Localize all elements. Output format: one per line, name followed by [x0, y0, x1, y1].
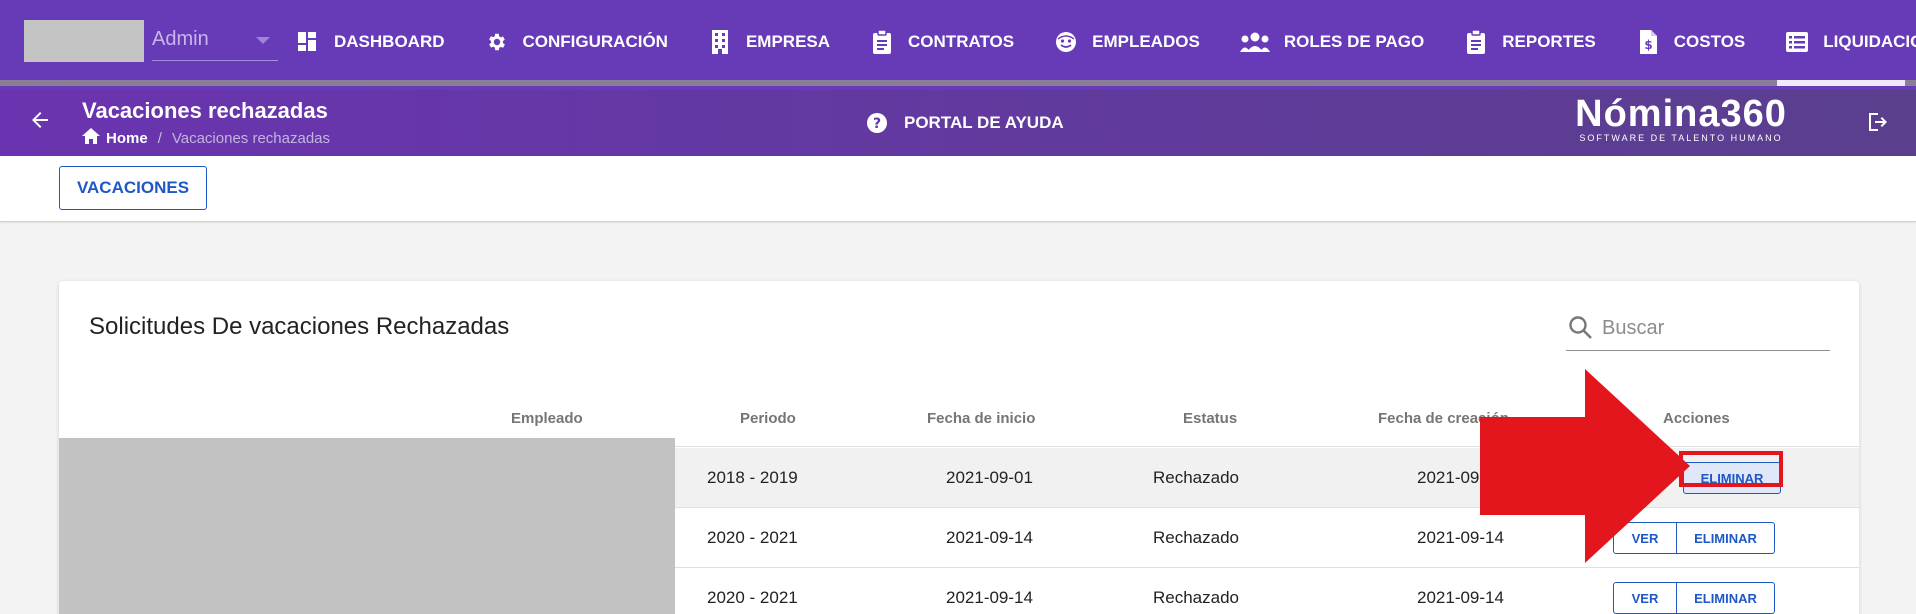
brand-logo: Nómina360 SOFTWARE DE TALENTO HUMANO [1566, 94, 1796, 143]
user-selector-underline [152, 60, 278, 61]
annotation-highlight-box [1679, 451, 1783, 487]
logout-icon[interactable] [1866, 110, 1892, 136]
cell-fecha-inicio: 2021-09-01 [946, 468, 1033, 487]
cell-periodo: 2020 - 2021 [707, 528, 798, 547]
nav-item-label: DASHBOARD [334, 32, 445, 51]
nav-item-reportes[interactable]: REPORTES [1464, 30, 1596, 54]
column-header-fecha-inicio[interactable]: Fecha de inicio [927, 391, 1035, 447]
delete-button[interactable]: ELIMINAR [1677, 522, 1775, 554]
svg-text:$: $ [1644, 38, 1652, 52]
user-selector[interactable]: Admin [24, 20, 278, 62]
nav-item-liquidaciones[interactable]: LIQUIDACIONES [1785, 30, 1916, 54]
nav-item-label: EMPRESA [745, 32, 831, 51]
invoice-dollar-icon: $ [1636, 30, 1660, 54]
cell-estatus: Rechazado [1153, 528, 1240, 547]
avatar [24, 20, 144, 62]
nav-item-label: EMPLEADOS [1092, 32, 1200, 51]
nav-item-label: CONTRATOS [908, 32, 1015, 51]
cell-fecha-inicio: 2021-09-14 [946, 588, 1033, 607]
brand-tagline: SOFTWARE DE TALENTO HUMANO [1579, 133, 1783, 143]
cell-fecha-creacion: 2021-09 [1417, 468, 1480, 487]
nav-item-costos[interactable]: $ COSTOS [1636, 30, 1745, 54]
main-nav: DASHBOARD CONFIGURACIÓN EMPRESA CONTRATO… [296, 22, 1916, 62]
face-icon [1054, 30, 1078, 54]
list-icon [1785, 30, 1809, 54]
nav-item-label: LIQUIDACIONES [1823, 32, 1916, 51]
search-box [1566, 307, 1830, 351]
clipboard-icon [1464, 30, 1488, 54]
nav-item-contratos[interactable]: CONTRATOS [870, 30, 1014, 54]
cell-fecha-creacion: 2021-09-14 [1417, 588, 1504, 607]
employee-redaction [59, 438, 675, 614]
user-name: Admin [152, 28, 209, 50]
building-icon [708, 30, 732, 54]
nav-item-dashboard[interactable]: DASHBOARD [296, 30, 445, 54]
tab-strip: VACACIONES [0, 156, 1916, 222]
svg-text:?: ? [873, 116, 881, 132]
search-icon [1568, 315, 1596, 343]
breadcrumb: Home / Vacaciones rechazadas [82, 128, 330, 148]
breadcrumb-home-link[interactable]: Home [106, 130, 148, 147]
help-circle-icon: ? [866, 112, 888, 134]
delete-button[interactable]: ELIMINAR [1677, 582, 1775, 614]
nav-item-label: ROLES DE PAGO [1283, 32, 1425, 51]
breadcrumb-current: Vacaciones rechazadas [171, 129, 331, 147]
cell-periodo: 2020 - 2021 [707, 588, 798, 607]
nav-item-configuracion[interactable]: CONFIGURACIÓN [485, 30, 668, 54]
brand-name: Nómina360 [1575, 93, 1787, 135]
back-arrow-icon[interactable] [28, 108, 54, 134]
column-header-estatus[interactable]: Estatus [1183, 391, 1237, 447]
help-portal-label: PORTAL DE AYUDA [904, 113, 1064, 132]
cell-estatus: Rechazado [1153, 588, 1240, 607]
search-input[interactable] [1602, 313, 1822, 343]
card-title: Solicitudes De vacaciones Rechazadas [89, 313, 510, 340]
nav-item-label: COSTOS [1673, 32, 1746, 51]
home-icon[interactable] [82, 128, 100, 148]
nav-item-empresa[interactable]: EMPRESA [708, 30, 830, 54]
annotation-arrow-icon [1480, 369, 1690, 563]
tab-vacaciones[interactable]: VACACIONES [59, 166, 207, 210]
view-button[interactable]: VER [1613, 582, 1677, 614]
row-actions: VER ELIMINAR [1613, 582, 1775, 614]
breadcrumb-separator: / [157, 129, 162, 147]
people-icon [1239, 30, 1270, 54]
page-header: Vacaciones rechazadas Home / Vacaciones … [0, 90, 1916, 156]
chevron-down-icon[interactable] [256, 37, 270, 44]
clipboard-icon [870, 30, 894, 54]
top-navigation-bar: Admin DASHBOARD CONFIGURACIÓN EMPRESA CO… [0, 0, 1916, 90]
cell-estatus: Rechazado [1153, 468, 1240, 487]
cell-fecha-inicio: 2021-09-14 [946, 528, 1033, 547]
nav-item-label: CONFIGURACIÓN [522, 32, 668, 51]
help-portal-link[interactable]: ? PORTAL DE AYUDA [866, 112, 1064, 134]
cell-periodo: 2018 - 2019 [707, 468, 798, 487]
gear-icon [485, 30, 509, 54]
nav-item-label: REPORTES [1502, 32, 1596, 51]
nav-item-empleados[interactable]: EMPLEADOS [1054, 30, 1200, 54]
dashboard-icon [296, 30, 320, 54]
page-title: Vacaciones rechazadas [82, 98, 328, 123]
nav-item-roles-de-pago[interactable]: ROLES DE PAGO [1239, 30, 1425, 54]
column-header-periodo[interactable]: Periodo [740, 391, 796, 447]
nav-active-indicator [1777, 80, 1905, 86]
nav-active-track [0, 80, 1916, 86]
